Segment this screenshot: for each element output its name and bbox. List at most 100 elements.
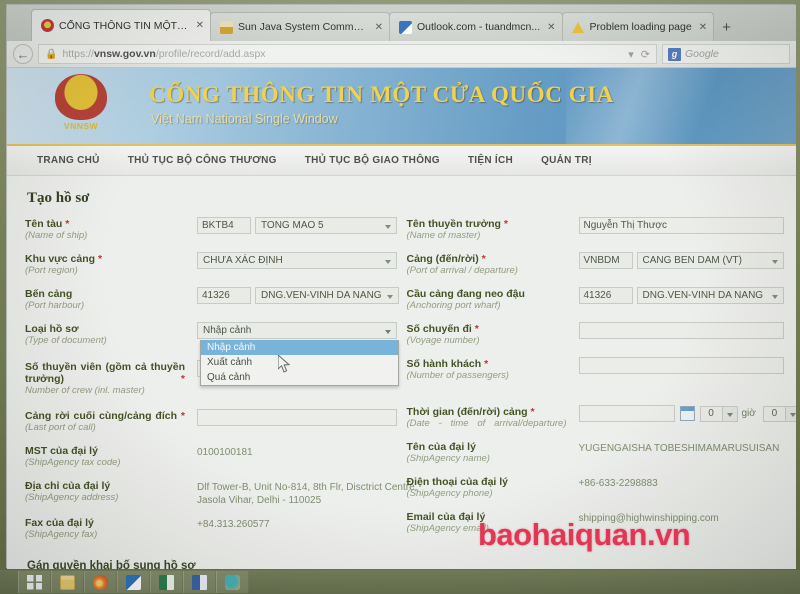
taskbar-firefox[interactable] — [84, 571, 117, 593]
site-title: CỔNG THÔNG TIN MỘT CỬA QUỐC GIA — [149, 82, 615, 107]
field-document-type: Loại hồ sơ (Type of document) Nhập cảnh … — [25, 322, 399, 386]
anchoring-wharf-code-input[interactable]: 41326 — [578, 287, 633, 304]
field-agency-phone-sublabel: (ShipAgency phone) — [406, 488, 493, 499]
port-harbour-select[interactable]: DNG.VEN-VINH DA NANG — [255, 287, 399, 304]
browser-tab-3[interactable]: Outlook.com - tuandmcn... ✕ — [389, 12, 563, 41]
close-icon[interactable]: ✕ — [196, 20, 204, 31]
port-arrival-select[interactable]: CANG BEN DAM (VT) — [636, 252, 784, 269]
field-anchoring-wharf-label: Cầu cảng đang neo đậu — [406, 288, 525, 300]
field-agency-tax-code-label: MST của đại lý — [25, 445, 98, 457]
field-passenger-count-sublabel: (Number of passengers) — [406, 370, 509, 381]
field-anchoring-wharf-sublabel: (Anchoring port wharf) — [406, 300, 501, 311]
new-tab-button[interactable]: + — [713, 20, 740, 38]
field-last-port-label: Cảng rời cuối cùng/cảng đích * — [25, 410, 185, 422]
field-port-region-sublabel: (Port region) — [25, 265, 78, 276]
field-port-arrival-departure-sublabel: (Port of arrival / departure) — [406, 265, 518, 276]
master-name-input[interactable]: Nguyễn Thị Thược — [578, 217, 784, 234]
required-marker: * — [177, 410, 185, 422]
nav-item-tien-ich[interactable]: TIỆN ÍCH — [454, 155, 527, 166]
port-datetime-input[interactable] — [578, 405, 675, 422]
field-agency-address: Địa chỉ của đại lý (ShipAgency address) … — [25, 479, 417, 507]
ship-code-input[interactable]: BKTB4 — [197, 217, 251, 234]
required-marker: * — [527, 406, 535, 418]
back-icon[interactable]: ← — [13, 44, 33, 64]
field-port-arrival-departure-label: Cảng (đến/rời) * — [406, 253, 486, 265]
word-icon — [192, 574, 207, 590]
passenger-count-input[interactable] — [578, 357, 784, 374]
address-dropdown-icon[interactable]: ▾ — [628, 48, 634, 61]
java-icon — [220, 20, 233, 34]
port-region-select[interactable]: CHƯA XÁC ĐỊNH — [197, 252, 397, 269]
close-icon[interactable]: ✕ — [375, 22, 383, 33]
field-port-datetime-sublabel: (Date - time of arrival/departure) — [406, 418, 567, 429]
close-icon[interactable]: ✕ — [547, 22, 555, 33]
minute-value[interactable]: 0 — [762, 405, 786, 422]
search-placeholder: Google — [685, 48, 719, 60]
field-last-port: Cảng rời cuối cùng/cảng đích * (Last por… — [25, 409, 397, 435]
taskbar-outlook[interactable] — [117, 571, 150, 593]
field-agency-address-sublabel: (ShipAgency address) — [25, 492, 119, 503]
taskbar-unidentified-app[interactable] — [216, 571, 249, 593]
field-crew-count-sublabel: Number of crew (inl. master) — [25, 385, 145, 396]
browser-tab-1-title: CỔNG THÔNG TIN MỘT C... — [59, 19, 189, 32]
google-icon: g — [668, 47, 681, 61]
address-bar[interactable]: 🔒 https:// vnsw.gov.vn /profile/record/a… — [38, 44, 657, 64]
close-icon[interactable]: ✕ — [699, 22, 707, 33]
search-input[interactable]: g Google — [662, 44, 790, 64]
page-title: Tạo hồ sơ — [27, 190, 90, 206]
required-marker: * — [62, 218, 70, 230]
browser-tab-2[interactable]: Sun Java System Communi... ✕ — [210, 12, 390, 41]
voyage-number-input[interactable] — [578, 322, 784, 339]
star-icon: ★ — [72, 82, 90, 102]
calendar-icon[interactable] — [679, 406, 695, 421]
dropdown-option-nhap-canh[interactable]: Nhập cảnh — [201, 340, 398, 355]
warning-icon — [571, 21, 585, 34]
excel-icon — [159, 574, 174, 590]
port-arrival-code-input[interactable]: VNBDM — [578, 252, 633, 269]
field-port-harbour-sublabel: (Port harbour) — [25, 300, 85, 311]
teal-app-icon — [225, 574, 240, 590]
agency-tax-code-value: 0100100181 — [197, 447, 253, 458]
field-agency-phone-label: Điện thoại của đại lý — [406, 476, 509, 488]
document-type-dropdown-list: Nhập cảnh Xuất cảnh Quá cảnh — [200, 340, 399, 386]
nav-item-bo-giao-thong[interactable]: THỦ TỤC BỘ GIAO THÔNG — [291, 155, 454, 166]
field-agency-name-label: Tên của đại lý — [406, 441, 476, 453]
outlook-icon — [126, 574, 141, 590]
vietnam-emblem-icon — [41, 19, 54, 32]
dropdown-option-qua-canh[interactable]: Quá cảnh — [201, 370, 398, 385]
browser-tab-4[interactable]: Problem loading page ✕ — [561, 12, 715, 41]
nav-item-trang-chu[interactable]: TRANG CHỦ — [23, 155, 114, 166]
field-crew-count-label: Số thuyền viên (gồm cả thuyền trưởng) * — [25, 361, 185, 385]
hour-value[interactable]: 0 — [699, 405, 723, 422]
field-agency-tax-code: MST của đại lý (ShipAgency tax code) 010… — [25, 444, 397, 470]
taskbar-excel[interactable] — [150, 571, 183, 593]
start-button[interactable] — [18, 571, 51, 593]
field-passenger-count: Số hành khách * (Number of passengers) — [406, 357, 784, 383]
hour-dropdown-icon[interactable] — [722, 405, 738, 422]
field-document-type-label: Loại hồ sơ — [25, 323, 79, 335]
last-port-input[interactable] — [197, 409, 397, 426]
anchoring-wharf-select[interactable]: DNG.VEN-VINH DA NANG — [636, 287, 784, 304]
field-voyage-number-label: Số chuyến đi * — [406, 323, 479, 335]
windows-icon — [27, 574, 42, 590]
nav-item-bo-cong-thuong[interactable]: THỦ TỤC BỘ CÔNG THƯƠNG — [114, 155, 291, 166]
ship-name-select[interactable]: TONG MAO 5 — [255, 217, 397, 234]
field-agency-tax-code-sublabel: (ShipAgency tax code) — [25, 457, 121, 468]
field-ship-name-sublabel: (Name of ship) — [25, 230, 88, 241]
browser-tab-1[interactable]: CỔNG THÔNG TIN MỘT C... ✕ — [31, 9, 211, 41]
taskbar-file-explorer[interactable] — [51, 571, 84, 593]
taskbar-word[interactable] — [183, 571, 216, 593]
port-harbour-code-input[interactable]: 41326 — [197, 287, 251, 304]
field-master-name: Tên thuyền trưởng * (Name of master) Ngu… — [407, 217, 784, 243]
minute-dropdown-icon[interactable] — [785, 405, 796, 422]
document-type-select[interactable]: Nhập cảnh — [197, 322, 397, 339]
dropdown-option-xuat-canh[interactable]: Xuất cảnh — [201, 355, 398, 370]
agency-address-value: Dlf Tower-B, Unit No-814, 8th Flr, Disct… — [197, 482, 418, 506]
url-path: /profile/record/add.aspx — [155, 48, 266, 60]
create-record-form: Tạo hồ sơ Tên tàu * (Name of ship) BKTB4 — [7, 176, 796, 569]
field-passenger-count-label: Số hành khách * — [406, 358, 489, 370]
folder-icon — [60, 574, 75, 590]
nav-item-quan-tri[interactable]: QUẢN TRỊ — [527, 155, 606, 166]
emblem-label: VNNSW — [63, 121, 99, 131]
reload-icon[interactable]: ⟳ — [641, 48, 650, 61]
